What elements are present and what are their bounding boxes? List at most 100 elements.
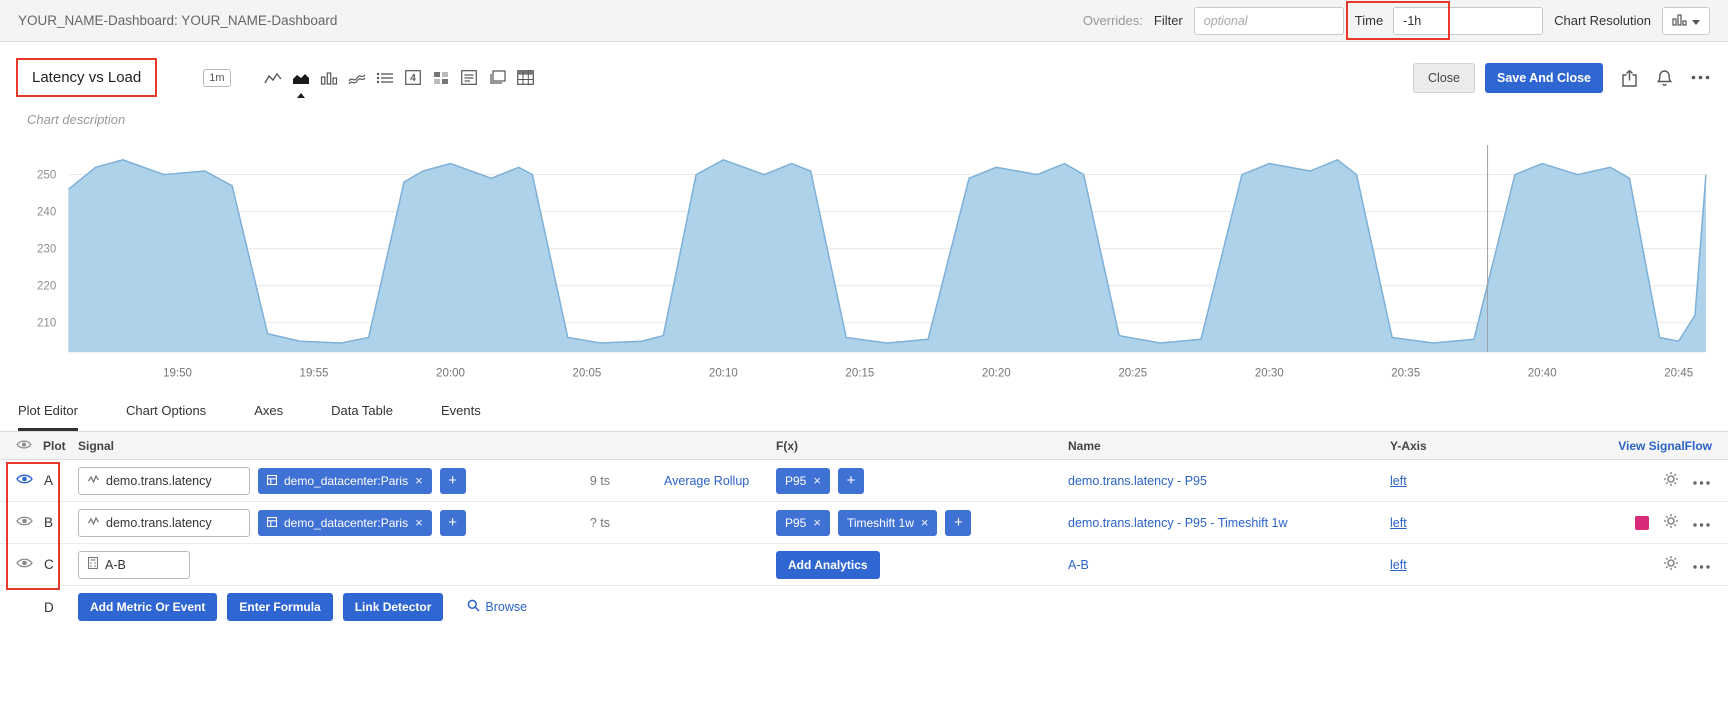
- gear-icon[interactable]: [1663, 471, 1679, 490]
- timeseries-count: ? ts: [562, 516, 626, 530]
- chart-type-toolbar: 4: [261, 67, 538, 89]
- plot-row-d: D Add Metric Or Event Enter Formula Link…: [0, 586, 1728, 628]
- color-swatch[interactable]: [1635, 516, 1649, 530]
- analytics-chip[interactable]: P95 ×: [776, 468, 830, 494]
- row-more-icon[interactable]: [1693, 474, 1710, 488]
- time-input[interactable]: [1393, 7, 1543, 35]
- svg-text:20:45: 20:45: [1664, 367, 1693, 379]
- chart-title-input[interactable]: Latency vs Load: [16, 58, 157, 97]
- signal-input[interactable]: demo.trans.latency: [78, 509, 250, 537]
- signal-input[interactable]: demo.trans.latency: [78, 467, 250, 495]
- plot-name-link[interactable]: demo.trans.latency - P95 - Timeshift 1w: [1068, 516, 1288, 530]
- histogram-chart-icon[interactable]: [345, 67, 370, 89]
- plot-letter: D: [44, 600, 54, 615]
- list-chart-icon[interactable]: [373, 67, 398, 89]
- svg-text:20:10: 20:10: [709, 367, 738, 379]
- remove-chip-icon[interactable]: ×: [813, 473, 821, 488]
- eye-icon[interactable]: [16, 439, 32, 453]
- yaxis-link[interactable]: left: [1390, 558, 1407, 572]
- plot-column-header: Plot: [43, 439, 66, 453]
- filter-chip[interactable]: demo_datacenter:Paris ×: [258, 510, 432, 536]
- event-feed-icon[interactable]: [485, 67, 510, 89]
- svg-text:20:15: 20:15: [845, 367, 874, 379]
- analytics-chip-label: Timeshift 1w: [847, 516, 914, 530]
- svg-text:20:20: 20:20: [982, 367, 1011, 379]
- plot-row-a: A demo.trans.latency demo_datacenter:Par…: [0, 460, 1728, 502]
- latency-area-chart: 21022023024025019:5019:5520:0020:0520:10…: [12, 135, 1714, 388]
- tab-events[interactable]: Events: [441, 390, 481, 431]
- chart-resolution-dropdown[interactable]: [1662, 7, 1710, 35]
- rollup-link[interactable]: Average Rollup: [664, 474, 749, 488]
- save-and-close-button[interactable]: Save And Close: [1485, 63, 1603, 93]
- view-signalflow-link[interactable]: View SignalFlow: [1618, 439, 1712, 453]
- filter-chip-label: demo_datacenter:Paris: [284, 474, 408, 488]
- svg-text:4: 4: [410, 73, 416, 84]
- yaxis-link[interactable]: left: [1390, 516, 1407, 530]
- remove-chip-icon[interactable]: ×: [415, 515, 423, 530]
- svg-text:20:00: 20:00: [436, 367, 465, 379]
- browse-link[interactable]: Browse: [467, 599, 527, 615]
- svg-text:220: 220: [37, 281, 56, 293]
- column-chart-icon[interactable]: [317, 67, 342, 89]
- plot-name-link[interactable]: demo.trans.latency - P95: [1068, 474, 1207, 488]
- name-column-header: Name: [1068, 439, 1390, 453]
- top-bar: YOUR_NAME-Dashboard: YOUR_NAME-Dashboard…: [0, 0, 1728, 42]
- formula-text: A-B: [105, 558, 126, 572]
- chart-resolution-label: Chart Resolution: [1554, 13, 1651, 28]
- tab-plot-editor[interactable]: Plot Editor: [18, 390, 78, 431]
- add-analytics-button[interactable]: +: [945, 510, 971, 536]
- enter-formula-button[interactable]: Enter Formula: [227, 593, 332, 621]
- add-analytics-button[interactable]: +: [838, 468, 864, 494]
- add-filter-button[interactable]: +: [440, 510, 466, 536]
- signal-text: demo.trans.latency: [106, 474, 212, 488]
- eye-icon[interactable]: [16, 473, 33, 488]
- remove-chip-icon[interactable]: ×: [921, 515, 929, 530]
- browse-label[interactable]: Browse: [485, 600, 527, 614]
- filter-input[interactable]: [1194, 7, 1344, 35]
- analytics-chip[interactable]: P95 ×: [776, 510, 830, 536]
- svg-text:20:25: 20:25: [1118, 367, 1147, 379]
- single-value-icon[interactable]: 4: [401, 67, 426, 89]
- link-detector-button[interactable]: Link Detector: [343, 593, 444, 621]
- row-more-icon[interactable]: [1693, 516, 1710, 530]
- row-more-icon[interactable]: [1693, 558, 1710, 572]
- formula-input[interactable]: A-B: [78, 551, 190, 579]
- line-chart-icon[interactable]: [261, 67, 286, 89]
- editor-tabs: Plot Editor Chart Options Axes Data Tabl…: [0, 390, 1728, 432]
- yaxis-link[interactable]: left: [1390, 474, 1407, 488]
- area-chart-icon[interactable]: [289, 67, 314, 89]
- filter-chip[interactable]: demo_datacenter:Paris ×: [258, 468, 432, 494]
- heatmap-icon[interactable]: [429, 67, 454, 89]
- analytics-chip[interactable]: Timeshift 1w ×: [838, 510, 938, 536]
- add-filter-button[interactable]: +: [440, 468, 466, 494]
- remove-chip-icon[interactable]: ×: [415, 473, 423, 488]
- svg-text:19:50: 19:50: [163, 367, 192, 379]
- eye-icon[interactable]: [16, 515, 33, 530]
- time-label: Time: [1355, 13, 1383, 28]
- analytics-chip-label: P95: [785, 516, 806, 530]
- tab-data-table[interactable]: Data Table: [331, 390, 393, 431]
- formula-icon: [88, 557, 98, 572]
- plot-row-c: C A-B Add Analytics A-B left: [0, 544, 1728, 586]
- chart-description-input[interactable]: Chart description: [0, 97, 1728, 127]
- eye-icon[interactable]: [16, 557, 33, 572]
- plot-name-link[interactable]: A-B: [1068, 558, 1089, 572]
- text-note-icon[interactable]: [457, 67, 482, 89]
- remove-chip-icon[interactable]: ×: [813, 515, 821, 530]
- more-icon[interactable]: [1691, 75, 1710, 80]
- table-chart-icon[interactable]: [513, 67, 538, 89]
- overrides-group: Overrides: Filter Time Chart Resolution: [1083, 7, 1710, 35]
- chart-area[interactable]: 21022023024025019:5019:5520:0020:0520:10…: [0, 127, 1728, 388]
- share-icon[interactable]: [1621, 69, 1638, 87]
- svg-text:20:05: 20:05: [572, 367, 601, 379]
- add-analytics-button[interactable]: Add Analytics: [776, 551, 880, 579]
- close-button[interactable]: Close: [1413, 63, 1475, 93]
- add-metric-or-event-button[interactable]: Add Metric Or Event: [78, 593, 217, 621]
- bell-icon[interactable]: [1656, 69, 1673, 87]
- gear-icon[interactable]: [1663, 555, 1679, 574]
- tab-chart-options[interactable]: Chart Options: [126, 390, 206, 431]
- gear-icon[interactable]: [1663, 513, 1679, 532]
- plot-letter: B: [44, 515, 53, 530]
- dimension-icon: [267, 474, 277, 488]
- tab-axes[interactable]: Axes: [254, 390, 283, 431]
